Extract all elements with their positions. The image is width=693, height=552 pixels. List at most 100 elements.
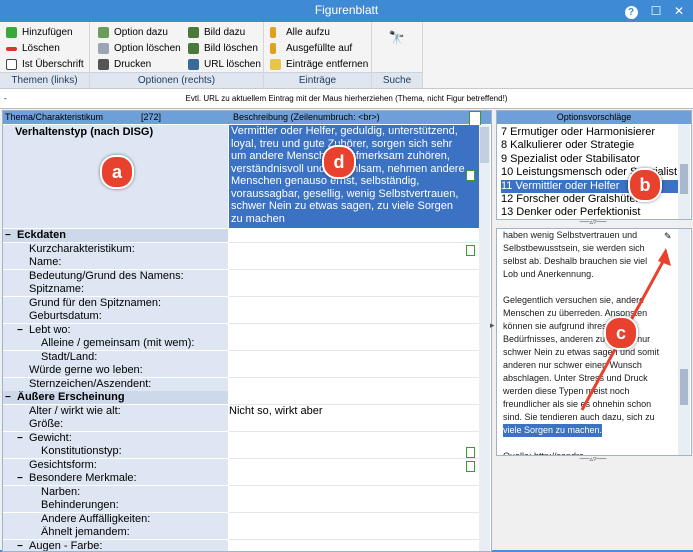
- row-label-cell[interactable]: −Äußere Erscheinung: [3, 391, 228, 405]
- grid-row[interactable]: Geburtsdatum:: [3, 310, 491, 323]
- row-label-cell[interactable]: Andere Auffälligkeiten:: [3, 513, 228, 527]
- grid-row[interactable]: Stadt/Land:: [3, 351, 491, 364]
- grid-row[interactable]: Behinderungen:: [3, 499, 491, 512]
- row-label-cell[interactable]: −Augen - Farbe:: [3, 540, 228, 552]
- green-corner-icon[interactable]: [469, 111, 481, 126]
- col-header-desc[interactable]: Beschreibung (Zeilenumbruch: <br>): [229, 111, 492, 124]
- grid-row[interactable]: Grund für den Spitznamen:: [3, 297, 491, 310]
- add-topic-button[interactable]: Hinzufügen: [4, 25, 73, 40]
- row-label-cell[interactable]: Spitzname:: [3, 283, 228, 297]
- maximize-button[interactable]: ☐: [645, 2, 667, 20]
- grid-row[interactable]: Kurzcharakteristikum:: [3, 243, 491, 256]
- grid-row[interactable]: Alter / wirkt wie alt:Nicht so, wirkt ab…: [3, 405, 491, 418]
- row-value[interactable]: [229, 256, 479, 270]
- grid-row[interactable]: −Augen - Farbe:: [3, 540, 491, 552]
- row-value[interactable]: [229, 445, 479, 459]
- grid-row[interactable]: −Gewicht:: [3, 432, 491, 445]
- grid-row[interactable]: −Lebt wo:: [3, 324, 491, 337]
- row-label-cell[interactable]: Ähnelt jemandem:: [3, 526, 228, 540]
- grid-row[interactable]: Spitzname:: [3, 283, 491, 296]
- row-value[interactable]: [229, 540, 479, 552]
- grid-row[interactable]: Alleine / gemeinsam (mit wem):: [3, 337, 491, 350]
- url-drop-hint[interactable]: - Evtl. URL zu aktuellem Eintrag mit der…: [0, 89, 693, 109]
- help-button[interactable]: ?: [620, 2, 642, 20]
- grid-row[interactable]: Ähnelt jemandem:: [3, 526, 491, 539]
- row-label-cell[interactable]: Bedeutung/Grund des Namens:: [3, 270, 228, 284]
- row-value[interactable]: [229, 432, 479, 446]
- delete-url-button[interactable]: URL löschen: [186, 57, 261, 72]
- splitter-handle[interactable]: ▸: [490, 320, 495, 331]
- row-label-cell[interactable]: Konstitutionstyp:: [3, 445, 228, 459]
- grid-row[interactable]: Andere Auffälligkeiten:: [3, 513, 491, 526]
- collapse-toggle-icon[interactable]: −: [17, 432, 23, 445]
- row-value[interactable]: [229, 270, 479, 284]
- option-item[interactable]: 9 Spezialist oder Stabilisator: [501, 153, 679, 166]
- detail-resize-handle[interactable]: ──▵▿──: [496, 456, 690, 464]
- collapse-toggle-icon[interactable]: −: [5, 229, 11, 242]
- row-value[interactable]: [229, 283, 479, 297]
- section-row[interactable]: −Eckdaten: [3, 229, 491, 242]
- row-value[interactable]: [229, 526, 479, 540]
- open-filled-button[interactable]: Ausgefüllte auf: [268, 41, 352, 56]
- row-value[interactable]: [229, 243, 479, 257]
- row-label-cell[interactable]: −Eckdaten: [3, 229, 228, 243]
- add-image-button[interactable]: Bild dazu: [186, 25, 245, 40]
- row-value[interactable]: [229, 418, 479, 432]
- option-item[interactable]: 13 Denker oder Perfektionist: [501, 206, 679, 219]
- row-value[interactable]: [229, 337, 479, 351]
- close-button[interactable]: ✕: [668, 2, 690, 20]
- grid-row[interactable]: Größe:: [3, 418, 491, 431]
- option-item[interactable]: 8 Kalkulierer oder Strategie: [501, 139, 679, 152]
- row-label-cell[interactable]: Grund für den Spitznamen:: [3, 297, 228, 311]
- row-value[interactable]: [229, 378, 479, 392]
- description-cell-selected[interactable]: Vermittler oder Helfer, geduldig, unters…: [229, 125, 481, 228]
- row-label-cell[interactable]: Name:: [3, 256, 228, 270]
- row-label-cell[interactable]: Würde gerne wo leben:: [3, 364, 228, 378]
- grid-row[interactable]: Name:: [3, 256, 491, 269]
- topic-grid[interactable]: Thema/Charakteristikum [272] Beschreibun…: [2, 110, 492, 552]
- option-item[interactable]: 7 Ermutiger oder Harmonisierer: [501, 126, 679, 139]
- expand-all-button[interactable]: Alle aufzu: [268, 25, 330, 40]
- grid-row[interactable]: Würde gerne wo leben:: [3, 364, 491, 377]
- row-value[interactable]: [229, 310, 479, 324]
- delete-option-button[interactable]: Option löschen: [96, 41, 181, 56]
- collapse-toggle-icon[interactable]: −: [17, 540, 23, 552]
- collapse-toggle-icon[interactable]: −: [17, 472, 23, 485]
- row-label-cell[interactable]: Behinderungen:: [3, 499, 228, 513]
- row-value[interactable]: [229, 391, 479, 405]
- row-label-cell[interactable]: Alleine / gemeinsam (mit wem):: [3, 337, 228, 351]
- grid-row[interactable]: −Besondere Merkmale:: [3, 472, 491, 485]
- row-value[interactable]: [229, 459, 479, 473]
- note-icon[interactable]: [466, 245, 475, 256]
- row-label-cell[interactable]: −Besondere Merkmale:: [3, 472, 228, 486]
- row-label-cell[interactable]: Größe:: [3, 418, 228, 432]
- options-resize-handle[interactable]: ──▵▿──: [496, 219, 690, 227]
- collapse-toggle-icon[interactable]: −: [17, 324, 23, 337]
- row-label-cell[interactable]: Kurzcharakteristikum:: [3, 243, 228, 257]
- grid-scrollbar-thumb[interactable]: [480, 127, 489, 163]
- row-value[interactable]: [229, 324, 479, 338]
- options-scrollbar[interactable]: [678, 124, 690, 219]
- delete-topic-button[interactable]: Löschen: [4, 41, 60, 56]
- row-value[interactable]: [229, 297, 479, 311]
- row-label-cell[interactable]: Stadt/Land:: [3, 351, 228, 365]
- note-icon[interactable]: [466, 461, 475, 472]
- add-option-button[interactable]: Option dazu: [96, 25, 168, 40]
- grid-row[interactable]: Sternzeichen/Aszendent:: [3, 378, 491, 391]
- row-value[interactable]: [229, 364, 479, 378]
- grid-scrollbar[interactable]: [479, 125, 490, 551]
- detail-scrollbar-thumb[interactable]: [680, 369, 688, 405]
- grid-row[interactable]: Narben:: [3, 486, 491, 499]
- row-value[interactable]: [229, 472, 479, 486]
- note-icon[interactable]: [466, 170, 475, 181]
- row-label-cell[interactable]: Alter / wirkt wie alt:: [3, 405, 228, 419]
- remove-entries-button[interactable]: Einträge entfernen: [268, 57, 368, 72]
- row-label-cell[interactable]: Sternzeichen/Aszendent:: [3, 378, 228, 392]
- grid-row[interactable]: Bedeutung/Grund des Namens:: [3, 270, 491, 283]
- row-value[interactable]: [229, 499, 479, 513]
- binoculars-icon[interactable]: 🔭: [388, 30, 406, 48]
- row-label-cell[interactable]: −Gewicht:: [3, 432, 228, 446]
- col-header-topic[interactable]: Thema/Charakteristikum [272]: [3, 111, 230, 124]
- row-label-cell[interactable]: −Lebt wo:: [3, 324, 228, 338]
- row-value[interactable]: [229, 513, 479, 527]
